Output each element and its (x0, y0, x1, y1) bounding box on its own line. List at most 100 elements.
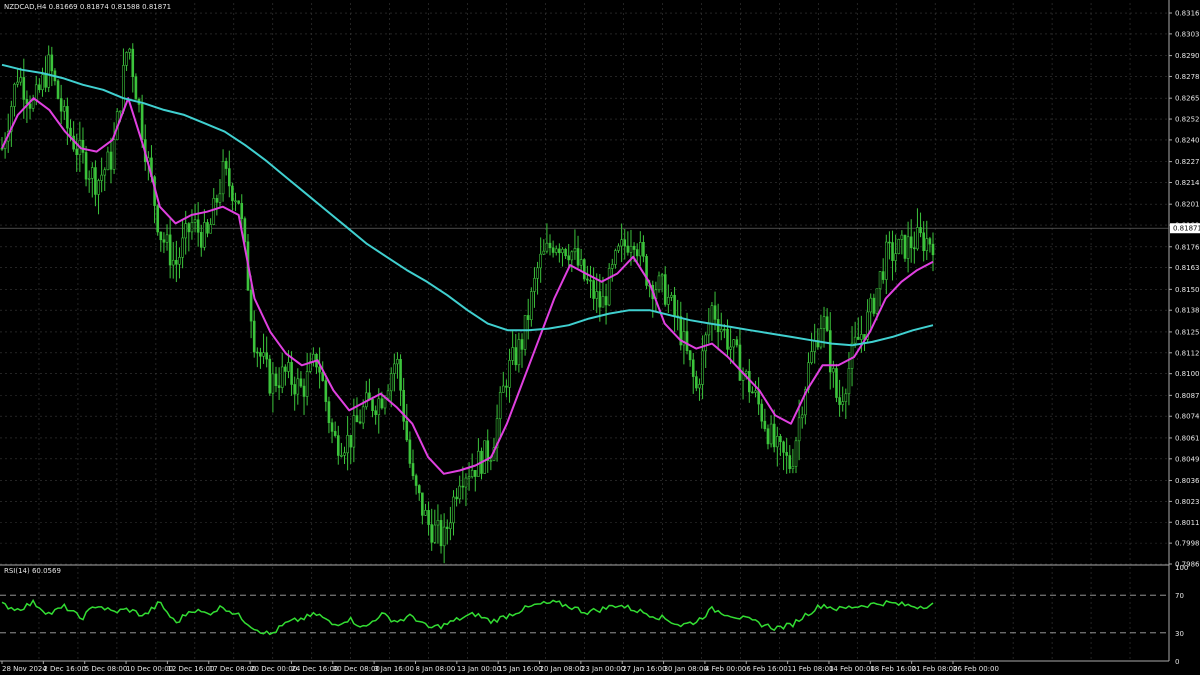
candle-body (324, 380, 328, 402)
candle-body (931, 243, 935, 256)
price-tick-label: 0.81635 (1175, 264, 1200, 272)
candle-body (567, 255, 570, 261)
time-tick-label: 6 Feb 16:00 (746, 665, 787, 673)
candle-body (673, 294, 676, 317)
candle-body (710, 305, 714, 325)
candle-body (832, 368, 835, 373)
candle-body (542, 250, 546, 255)
rsi-tick-label: 0 (1175, 658, 1179, 666)
candle-body (766, 428, 770, 445)
candle-body (729, 346, 732, 350)
chart-background (0, 0, 1200, 675)
candle-body (112, 139, 116, 170)
candle-body (171, 259, 175, 266)
candle-body (520, 339, 524, 350)
candle-body (835, 368, 838, 398)
candle-body (424, 510, 427, 516)
candle-body (632, 245, 636, 250)
price-tick-label: 0.81250 (1175, 328, 1200, 336)
candle-body (614, 250, 617, 265)
price-tick-label: 0.82525 (1175, 116, 1200, 124)
candle-body (517, 339, 521, 366)
time-tick-label: 13 Jan 00:00 (457, 665, 501, 673)
candle-body (470, 470, 474, 477)
price-tick-label: 0.80235 (1175, 498, 1200, 506)
time-tick-label: 11 Feb 08:00 (788, 665, 834, 673)
candle-body (489, 460, 493, 462)
price-tick-label: 0.82145 (1175, 179, 1200, 187)
candle-body (894, 253, 897, 261)
candle-body (343, 452, 346, 456)
candle-body (193, 219, 197, 223)
candle-body (754, 390, 757, 393)
time-tick-label: 27 Jan 16:00 (622, 665, 666, 673)
candle-body (548, 242, 552, 249)
candle-body (196, 219, 200, 233)
price-tick-label: 0.82400 (1175, 136, 1200, 144)
candle-body (237, 200, 240, 204)
candle-body (399, 359, 402, 391)
price-tick-label: 0.82650 (1175, 95, 1200, 103)
candle-body (389, 373, 393, 392)
candle-body (850, 342, 854, 369)
price-chart[interactable]: 0.83160 0.83035 0.82905 0.82780 0.82650 0.825… (0, 0, 1200, 675)
candle-body (62, 106, 66, 112)
candle-body (383, 397, 387, 409)
candle-body (819, 328, 823, 348)
candle-body (427, 510, 430, 525)
candle-body (573, 248, 577, 253)
candle-body (31, 100, 35, 109)
candle-body (884, 241, 888, 280)
candle-body (719, 328, 723, 333)
candle-body (913, 247, 916, 250)
candle-body (330, 422, 334, 432)
candle-body (209, 224, 212, 234)
candle-body (698, 384, 701, 389)
candle-body (318, 366, 321, 373)
candle-body (59, 98, 63, 112)
candle-body (511, 347, 514, 361)
candle-body (430, 524, 433, 543)
candle-body (277, 385, 281, 388)
candle-body (50, 54, 54, 72)
candle-body (66, 106, 69, 129)
candle-body (607, 268, 611, 306)
candle-body (779, 436, 782, 443)
time-tick-label: 18 Feb 16:00 (870, 665, 916, 673)
time-tick-label: 5 Dec 08:00 (85, 665, 128, 673)
candle-body (791, 466, 795, 470)
candle-body (349, 435, 353, 448)
candle-body (234, 200, 237, 203)
candle-body (838, 397, 841, 405)
candle-body (56, 80, 60, 99)
candle-body (203, 222, 206, 248)
candle-body (458, 485, 462, 500)
candle-body (355, 415, 359, 423)
candle-body (925, 238, 929, 252)
candle-body (785, 452, 788, 456)
candle-body (505, 385, 508, 388)
candle-body (928, 238, 932, 245)
candle-body (455, 496, 458, 500)
candle-body (299, 378, 303, 387)
candle-body (97, 180, 100, 195)
candle-body (293, 384, 296, 395)
candle-body (533, 278, 536, 292)
candle-body (667, 296, 670, 305)
candle-body (44, 74, 47, 88)
candle-body (109, 151, 113, 170)
candle-body (660, 274, 664, 277)
candle-body (134, 76, 138, 100)
candle-body (623, 239, 627, 247)
candle-body (184, 223, 188, 239)
candle-body (498, 392, 502, 420)
candle-body (508, 360, 511, 388)
candle-body (592, 280, 595, 299)
candle-body (530, 291, 533, 321)
candle-body (215, 198, 219, 203)
candle-body (421, 492, 424, 516)
candle-body (526, 315, 530, 321)
current-price-label: 0.81871 (1173, 225, 1200, 233)
symbol-info: NZDCAD,H4 0.81669 0.81874 0.81588 0.8187… (4, 3, 171, 11)
candle-body (635, 249, 639, 257)
